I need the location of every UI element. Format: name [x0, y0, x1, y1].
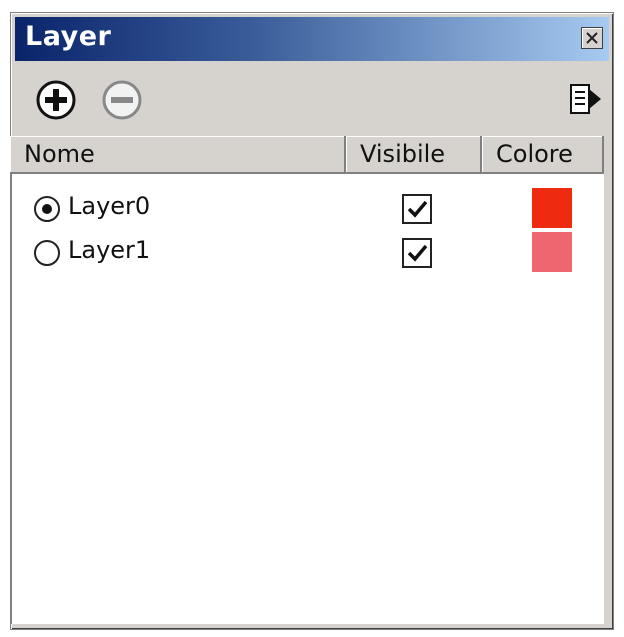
plus-circle-icon: [36, 80, 76, 120]
color-swatch[interactable]: [532, 232, 572, 272]
layer-row[interactable]: Layer1: [12, 230, 606, 274]
layer-name: Layer0: [68, 192, 151, 220]
remove-layer-button[interactable]: [101, 79, 143, 121]
window-title: Layer: [25, 21, 112, 52]
layer-row[interactable]: Layer0: [12, 186, 606, 230]
checkmark-icon: [407, 244, 428, 262]
column-header-visibile[interactable]: Visibile: [346, 136, 482, 174]
minus-circle-icon: [102, 80, 142, 120]
column-header-nome[interactable]: Nome: [10, 136, 346, 174]
column-header-colore[interactable]: Colore: [482, 136, 604, 174]
close-icon: [586, 32, 598, 44]
column-header: Nome Visibile Colore: [10, 136, 604, 174]
visible-checkbox[interactable]: [402, 194, 432, 224]
color-swatch[interactable]: [532, 188, 572, 228]
layer-name: Layer1: [68, 236, 151, 264]
arrow-page-icon: [570, 84, 601, 114]
title-bar[interactable]: Layer: [15, 17, 609, 61]
active-layer-radio[interactable]: [34, 196, 60, 222]
active-layer-radio[interactable]: [34, 240, 60, 266]
details-button[interactable]: [567, 79, 609, 121]
checkmark-icon: [407, 200, 428, 218]
close-button[interactable]: [581, 27, 603, 49]
add-layer-button[interactable]: [35, 79, 77, 121]
layer-list: Layer0 Layer1: [10, 174, 604, 624]
radio-selected-dot: [42, 204, 52, 214]
visible-checkbox[interactable]: [402, 238, 432, 268]
